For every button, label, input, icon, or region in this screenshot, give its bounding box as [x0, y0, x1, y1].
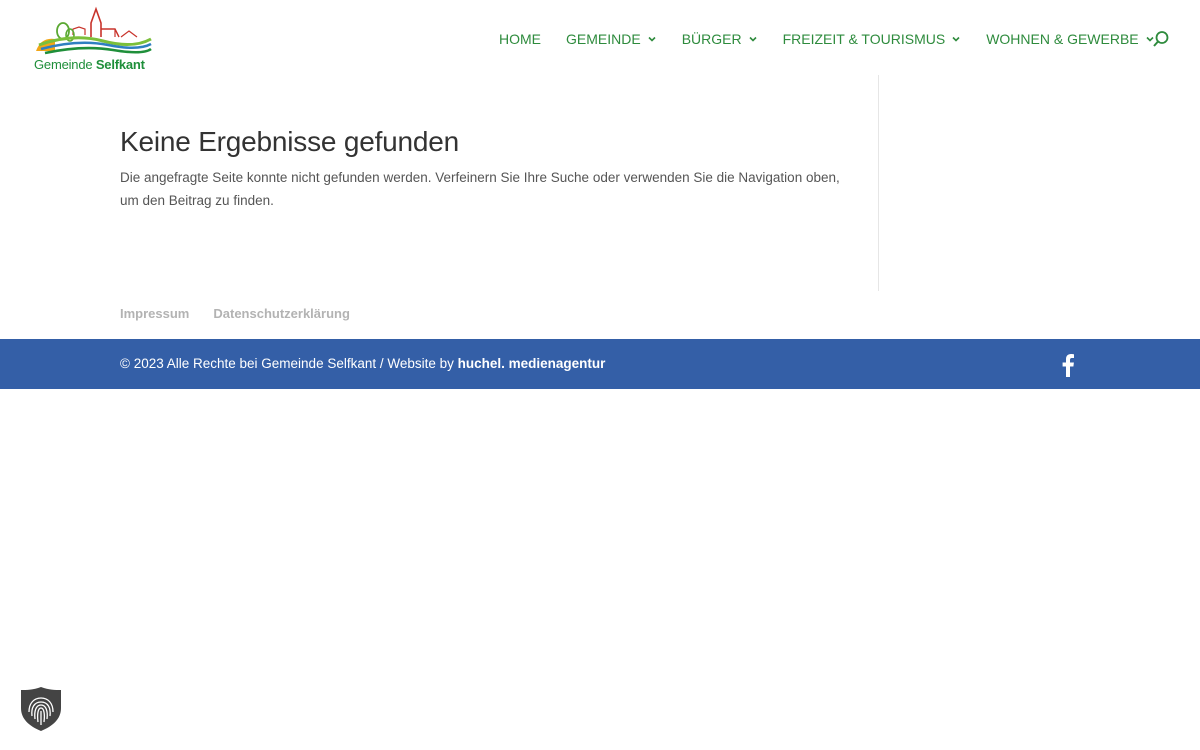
footer-bar: © 2023 Alle Rechte bei Gemeinde Selfkant… — [0, 339, 1200, 389]
logo-graphic — [36, 6, 152, 55]
site-header: Gemeinde Selfkant HOME GEMEINDE BÜRGER F… — [0, 0, 1200, 75]
chevron-down-icon — [648, 36, 656, 42]
nav-item-freizeit-tourismus[interactable]: FREIZEIT & TOURISMUS — [783, 31, 962, 47]
main-nav: HOME GEMEINDE BÜRGER FREIZEIT & TOURISMU… — [499, 29, 1180, 49]
no-results-message: Die angefragte Seite konnte nicht gefund… — [120, 170, 840, 208]
nav-item-label: BÜRGER — [681, 31, 742, 47]
footer-link-datenschutz[interactable]: Datenschutzerklärung — [213, 306, 350, 321]
nav-item-label: GEMEINDE — [566, 31, 641, 47]
nav-item-home[interactable]: HOME — [499, 31, 541, 47]
privacy-settings-button[interactable] — [19, 686, 63, 732]
chevron-down-icon — [749, 36, 757, 42]
copyright-text: © 2023 Alle Rechte bei Gemeinde Selfkant… — [120, 356, 606, 371]
nav-item-label: WOHNEN & GEWERBE — [986, 31, 1139, 47]
site-logo[interactable]: Gemeinde Selfkant — [33, 5, 153, 73]
facebook-icon[interactable] — [1061, 353, 1075, 377]
sidebar-divider — [878, 75, 879, 291]
nav-item-wohnen-gewerbe[interactable]: WOHNEN & GEWERBE — [986, 31, 1154, 47]
nav-item-gemeinde[interactable]: GEMEINDE — [566, 31, 657, 47]
logo-text: Gemeinde Selfkant — [34, 57, 145, 72]
nav-item-buerger[interactable]: BÜRGER — [682, 31, 758, 47]
nav-item-label: FREIZEIT & TOURISMUS — [782, 31, 946, 47]
chevron-down-icon — [952, 36, 960, 42]
agency-link[interactable]: huchel. medienagentur — [458, 356, 606, 371]
search-icon[interactable] — [1152, 30, 1170, 48]
footer-link-impressum[interactable]: Impressum — [120, 306, 189, 321]
footer-menu: Impressum Datenschutzerklärung — [120, 306, 374, 321]
page-title: Keine Ergebnisse gefunden — [120, 126, 460, 157]
nav-item-label: HOME — [499, 31, 541, 47]
fingerprint-shield-icon — [21, 687, 61, 731]
